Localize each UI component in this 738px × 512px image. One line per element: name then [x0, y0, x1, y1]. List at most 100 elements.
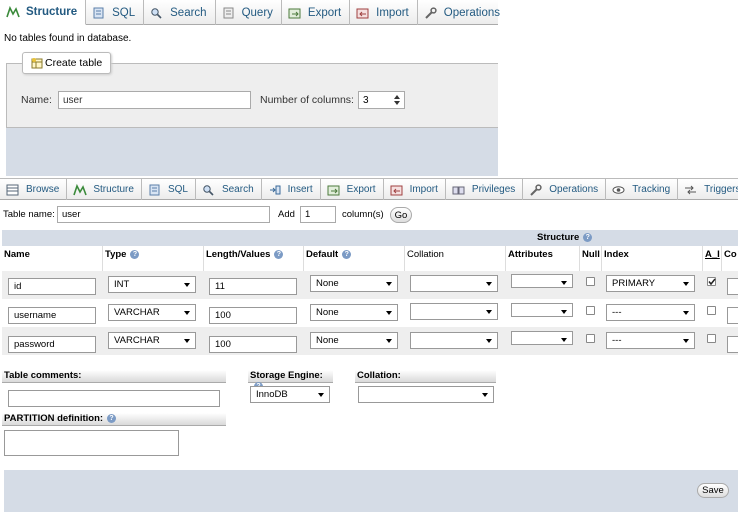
column-type-select[interactable]: VARCHAR: [108, 332, 196, 349]
number-of-columns-label: Number of columns:: [260, 94, 354, 106]
null-checkbox[interactable]: [586, 306, 595, 315]
tab-export[interactable]: Export: [282, 0, 351, 25]
null-checkbox[interactable]: [586, 277, 595, 286]
column-name-input[interactable]: username: [8, 307, 96, 324]
column-default-select[interactable]: None: [310, 332, 398, 349]
column-index-select[interactable]: PRIMARY: [606, 275, 695, 292]
column-comments-input[interactable]: [727, 307, 738, 324]
column-name-input[interactable]: password: [8, 336, 96, 353]
header-collation: Collation: [407, 249, 444, 260]
help-icon[interactable]: ?: [583, 232, 593, 242]
auto-increment-checkbox[interactable]: [707, 277, 716, 286]
column-attributes-select[interactable]: [511, 303, 573, 317]
checkmark-icon: [708, 278, 716, 286]
table-comments-header: Table comments:: [2, 370, 226, 383]
search-icon: [202, 184, 216, 196]
partition-header: PARTITION definition:?: [2, 413, 226, 426]
tab-label: Import: [409, 184, 438, 195]
create-table-legend: Create table: [22, 52, 112, 74]
tab-export[interactable]: Export: [321, 179, 384, 200]
table-name-input[interactable]: user: [58, 91, 251, 109]
tab-import[interactable]: Import: [350, 0, 418, 25]
column-length-value: 100: [215, 310, 231, 321]
auto-increment-checkbox[interactable]: [707, 334, 716, 343]
header-length-label: Length/Values: [206, 249, 271, 260]
column-index-select[interactable]: ---: [606, 332, 695, 349]
create-table-icon: [31, 57, 43, 69]
column-comments-input[interactable]: [727, 336, 738, 353]
tab-label: Privileges: [471, 184, 516, 195]
export-icon: [327, 184, 341, 196]
column-comments-input[interactable]: [727, 278, 738, 295]
tab-label: Structure: [26, 6, 78, 18]
tab-label: Structure: [93, 184, 134, 195]
column-type-select[interactable]: VARCHAR: [108, 304, 196, 321]
column-attributes-select[interactable]: [511, 274, 573, 288]
tab-operations[interactable]: Operations: [418, 0, 508, 25]
header-length: Length/Values?: [206, 249, 284, 260]
column-length-input[interactable]: 100: [209, 307, 297, 324]
tab-triggers[interactable]: Triggers: [678, 179, 738, 200]
partition-label: PARTITION definition:: [4, 413, 104, 424]
column-length-input[interactable]: 11: [209, 278, 297, 295]
collation-label: Collation:: [357, 370, 401, 381]
tab-label: SQL: [112, 6, 136, 19]
header-default: Default?: [306, 249, 352, 260]
tab-sql[interactable]: SQL: [142, 179, 196, 200]
table-name-value: user: [62, 209, 81, 220]
auto-increment-checkbox[interactable]: [707, 306, 716, 315]
column-attributes-select[interactable]: [511, 331, 573, 345]
tab-structure[interactable]: Structure: [0, 0, 87, 25]
save-button[interactable]: Save: [697, 483, 729, 498]
table-name-input[interactable]: user: [57, 206, 270, 223]
column-length-input[interactable]: 100: [209, 336, 297, 353]
column-collation-select[interactable]: [410, 303, 498, 320]
tab-label: Export: [307, 6, 342, 19]
column-default-select[interactable]: None: [310, 304, 398, 321]
tab-operations[interactable]: Operations: [523, 179, 607, 200]
tab-search[interactable]: Search: [144, 0, 216, 25]
column-type-select[interactable]: INT: [108, 276, 196, 293]
structure-label: Structure: [537, 232, 580, 243]
tab-label: SQL: [167, 184, 188, 195]
column-name-input[interactable]: id: [8, 278, 96, 295]
tab-sql[interactable]: SQL: [86, 0, 145, 25]
sql-icon: [148, 184, 162, 196]
collation-header: Collation:: [355, 370, 496, 383]
insert-icon: [268, 184, 282, 196]
tab-label: Tracking: [632, 184, 671, 195]
tab-structure[interactable]: Structure: [67, 179, 142, 200]
help-icon[interactable]: ?: [107, 413, 117, 423]
tab-tracking[interactable]: Tracking: [606, 179, 679, 200]
spinner-arrows-icon[interactable]: [393, 95, 401, 105]
go-button[interactable]: Go: [390, 207, 412, 223]
table-comments-input[interactable]: [8, 390, 220, 407]
header-null: Null: [582, 249, 600, 260]
help-icon[interactable]: ?: [274, 249, 284, 259]
tab-privileges[interactable]: Privileges: [446, 179, 524, 200]
column-default-select[interactable]: None: [310, 275, 398, 292]
tab-insert[interactable]: Insert: [262, 179, 321, 200]
add-columns-input[interactable]: 1: [300, 206, 336, 223]
column-type-value: VARCHAR: [114, 307, 160, 318]
column-collation-select[interactable]: [410, 332, 498, 349]
tab-query[interactable]: Query: [216, 0, 282, 25]
help-icon[interactable]: ?: [130, 249, 140, 259]
tab-browse[interactable]: Browse: [0, 179, 68, 200]
null-checkbox[interactable]: [586, 334, 595, 343]
tab-import[interactable]: Import: [384, 179, 446, 200]
storage-engine-select[interactable]: InnoDB: [250, 386, 330, 403]
tab-label: Search: [221, 184, 254, 195]
column-index-select[interactable]: ---: [606, 304, 695, 321]
table-collation-select[interactable]: [358, 386, 494, 403]
number-of-columns-stepper[interactable]: 3: [358, 91, 405, 109]
tab-label: Insert: [287, 184, 313, 195]
header-index: Index: [604, 249, 629, 260]
table-comments-label: Table comments:: [4, 370, 82, 381]
sql-icon: [92, 7, 106, 19]
tab-label: Browse: [26, 184, 60, 195]
partition-textarea[interactable]: [4, 430, 179, 456]
help-icon[interactable]: ?: [342, 249, 352, 259]
tab-search[interactable]: Search: [196, 179, 262, 200]
column-collation-select[interactable]: [410, 275, 498, 292]
